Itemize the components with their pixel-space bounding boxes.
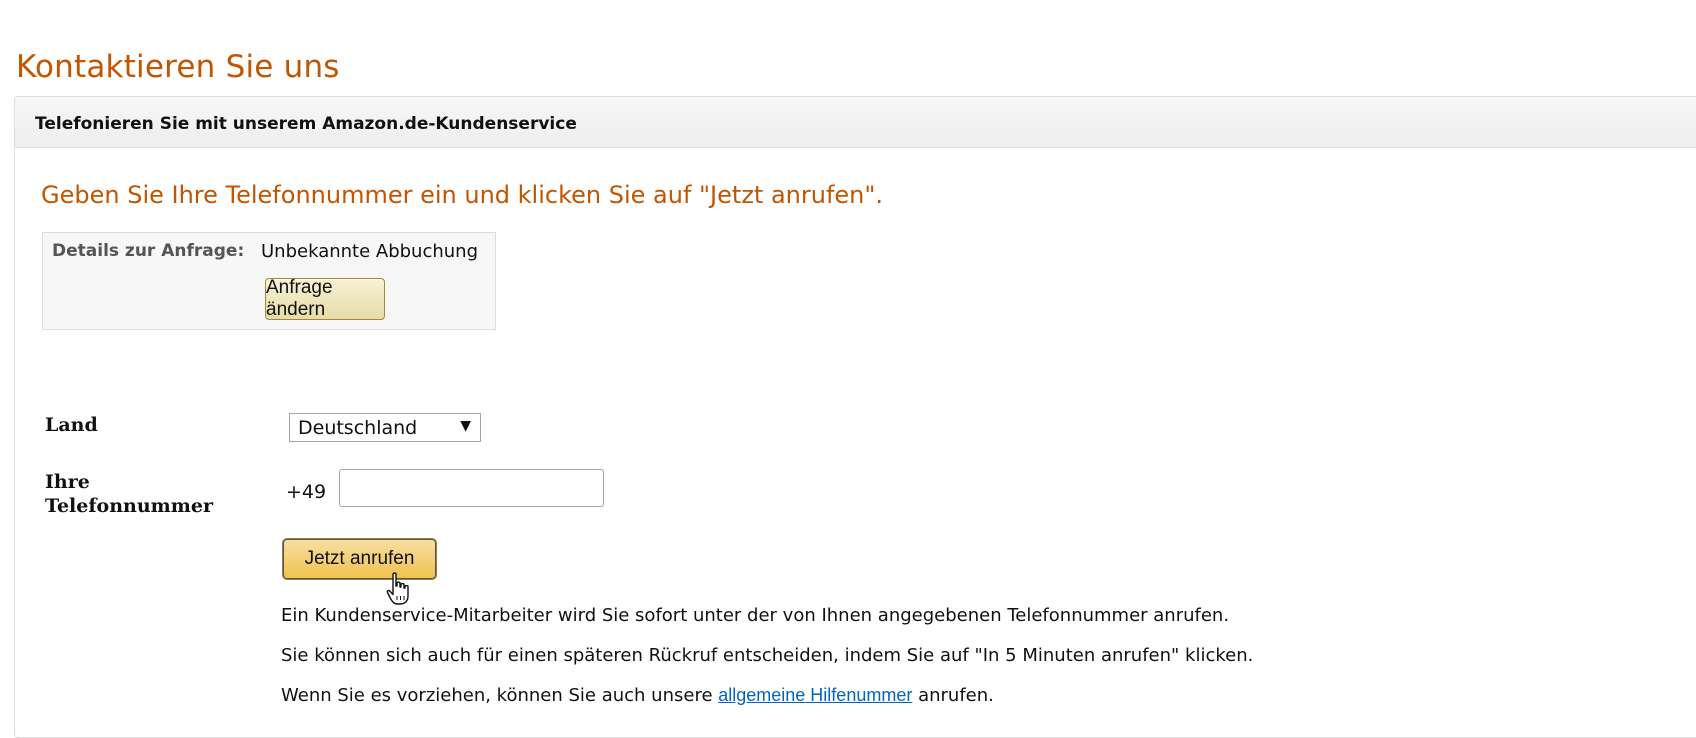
- hand-cursor-icon: [386, 572, 409, 605]
- call-now-button[interactable]: Jetzt anrufen: [282, 538, 437, 580]
- info-text-immediate-call: Ein Kundenservice-Mitarbeiter wird Sie s…: [281, 605, 1230, 626]
- phone-number-input[interactable]: [339, 469, 604, 507]
- phone-label-line2: Telefonnummer: [45, 495, 213, 517]
- phone-label-line1: Ihre: [45, 471, 90, 493]
- info-text-suffix: anrufen.: [912, 685, 994, 706]
- country-label: Land: [45, 414, 98, 436]
- page-title: Kontaktieren Sie uns: [16, 48, 340, 85]
- request-details-value: Unbekannte Abbuchung: [261, 241, 479, 262]
- phone-label: Ihre Telefonnummer: [45, 470, 213, 518]
- request-details-box: Details zur Anfrage: Unbekannte Abbuchun…: [42, 232, 496, 330]
- instruction-heading: Geben Sie Ihre Telefonnummer ein und kli…: [41, 181, 884, 209]
- chevron-down-icon: ▼: [460, 418, 471, 434]
- info-text-callback: Sie können sich auch für einen späteren …: [281, 645, 1254, 666]
- panel-header: Telefonieren Sie mit unserem Amazon.de-K…: [15, 97, 1696, 148]
- country-select[interactable]: Deutschland ▼: [289, 413, 481, 442]
- country-select-value: Deutschland: [298, 417, 418, 439]
- info-text-prefix: Wenn Sie es vorziehen, können Sie auch u…: [281, 685, 719, 706]
- request-details-label: Details zur Anfrage:: [52, 241, 245, 261]
- panel-header-title: Telefonieren Sie mit unserem Amazon.de-K…: [35, 114, 577, 134]
- general-help-number-link[interactable]: allgemeine Hilfenummer: [718, 685, 912, 705]
- change-request-button[interactable]: Anfrage ändern: [265, 277, 385, 320]
- info-text-general-help: Wenn Sie es vorziehen, können Sie auch u…: [281, 685, 994, 706]
- phone-country-prefix: +49: [286, 481, 327, 503]
